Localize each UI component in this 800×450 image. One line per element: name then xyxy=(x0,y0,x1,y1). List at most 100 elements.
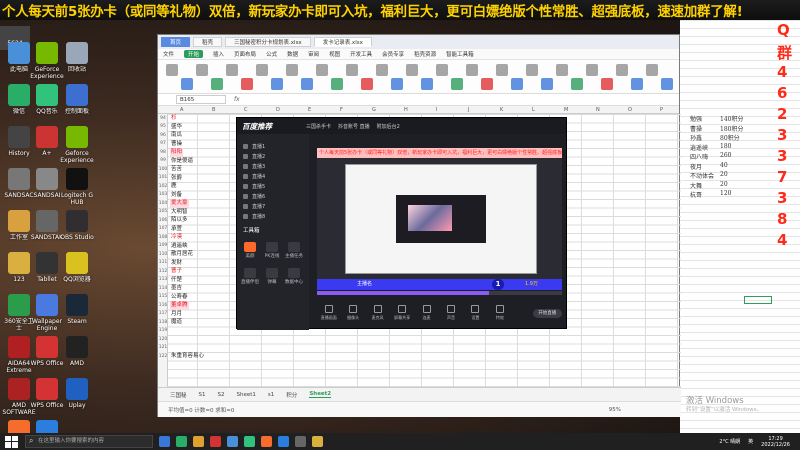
tool-button[interactable]: 弹幕 xyxy=(263,268,281,285)
ribbon-button-icon[interactable] xyxy=(286,64,298,76)
score-value[interactable]: 140积分 xyxy=(720,114,743,123)
table-cell[interactable] xyxy=(170,335,172,344)
row-number[interactable]: 95 xyxy=(158,124,168,129)
ribbon-button-icon[interactable] xyxy=(586,64,598,76)
table-cell[interactable]: 张爵 xyxy=(170,174,183,183)
row-number[interactable]: 109 xyxy=(158,243,168,248)
tool-button[interactable]: 美颜 xyxy=(241,242,259,259)
score-value[interactable]: 260 xyxy=(720,152,731,159)
menu-item[interactable]: 公式 xyxy=(266,50,277,58)
row-number[interactable]: 101 xyxy=(158,175,168,180)
ribbon-button-icon[interactable] xyxy=(241,78,253,90)
menu-item[interactable]: 插入 xyxy=(213,50,224,58)
column-header[interactable]: K xyxy=(500,107,503,113)
row-number[interactable]: 103 xyxy=(158,192,168,197)
desktop-icon[interactable]: Tabllet xyxy=(30,252,64,290)
column-header[interactable]: O xyxy=(628,107,632,113)
ribbon-button-icon[interactable] xyxy=(271,78,283,90)
zoom-level[interactable]: 95% xyxy=(609,407,621,413)
ribbon-button-icon[interactable] xyxy=(541,78,553,90)
sheet-tab[interactable]: 积分 xyxy=(286,391,297,399)
taskbar-app-icon[interactable] xyxy=(210,436,221,447)
menu-item[interactable]: 开发工具 xyxy=(350,50,372,58)
table-cell[interactable]: 你是傻逼 xyxy=(170,157,194,166)
desktop-icon[interactable]: SANDSTAK xyxy=(30,210,64,248)
ribbon-button-icon[interactable] xyxy=(196,64,208,76)
menu-item[interactable]: 视图 xyxy=(329,50,340,58)
table-cell[interactable]: 阳阳 xyxy=(170,148,184,157)
ribbon-button-icon[interactable] xyxy=(556,64,568,76)
ribbon-button-icon[interactable] xyxy=(166,64,178,76)
tool-button[interactable]: PK连线 xyxy=(263,242,281,259)
taskbar-app-icon[interactable] xyxy=(244,436,255,447)
fx-icon[interactable]: fx xyxy=(234,96,240,103)
name-box[interactable]: B165 xyxy=(176,95,226,104)
desktop-icon[interactable]: Logitech G HUB xyxy=(60,168,94,206)
score-name[interactable]: 逍遥峡 xyxy=(690,143,708,152)
score-value[interactable]: 120 xyxy=(720,190,731,197)
sidebar-row[interactable]: 直播8 xyxy=(243,212,265,220)
tool-button[interactable]: 直播伴侣 xyxy=(241,268,259,285)
score-name[interactable]: 勉强 xyxy=(690,114,702,123)
table-cell[interactable]: 南瓜 xyxy=(170,131,183,140)
row-number[interactable]: 110 xyxy=(158,252,168,257)
streamer-top-link[interactable]: 三国杀手卡 xyxy=(306,123,331,130)
row-number[interactable]: 96 xyxy=(158,133,168,138)
ribbon-button-icon[interactable] xyxy=(631,78,643,90)
score-value[interactable]: 20 xyxy=(720,171,728,178)
ribbon-button-icon[interactable] xyxy=(226,64,238,76)
ribbon-button-icon[interactable] xyxy=(301,78,313,90)
score-name[interactable]: 孙鑫 xyxy=(690,133,702,142)
row-number[interactable]: 117 xyxy=(158,311,168,316)
row-number[interactable]: 94 xyxy=(158,116,168,121)
streamer-top-link[interactable]: 抖音账号 直播 xyxy=(338,123,370,130)
column-header[interactable]: I xyxy=(436,107,437,113)
desktop-icon[interactable]: OBS Studio xyxy=(60,210,94,248)
windows-start-icon[interactable] xyxy=(4,435,18,449)
stream-control-button[interactable]: 设置 xyxy=(464,305,487,321)
row-number[interactable]: 114 xyxy=(158,286,168,291)
table-cell[interactable]: 鹿 xyxy=(170,182,178,191)
stream-control-button[interactable]: 声音 xyxy=(439,305,462,321)
ribbon-button-icon[interactable] xyxy=(496,64,508,76)
column-header[interactable]: C xyxy=(244,107,248,113)
table-cell[interactable]: 仟楚 xyxy=(170,276,183,285)
ribbon-button-icon[interactable] xyxy=(211,78,223,90)
table-cell[interactable]: 刘备 xyxy=(170,191,183,200)
column-header[interactable]: N xyxy=(596,107,600,113)
menu-item[interactable]: 审阅 xyxy=(308,50,319,58)
desktop-icon[interactable]: 回收站 xyxy=(60,42,94,80)
menu-item[interactable]: 页面布局 xyxy=(234,50,256,58)
row-number[interactable]: 116 xyxy=(158,303,168,308)
score-value[interactable]: 20 xyxy=(720,181,728,188)
sidebar-row[interactable]: 直播4 xyxy=(243,172,265,180)
menu-item[interactable]: 开始 xyxy=(184,50,204,58)
table-cell[interactable]: 墨吉 xyxy=(170,284,183,293)
menu-item[interactable]: 数据 xyxy=(287,50,298,58)
ribbon-button-icon[interactable] xyxy=(661,78,673,90)
score-value[interactable]: 180 xyxy=(720,143,731,150)
score-name[interactable]: 夜月 xyxy=(690,162,702,171)
desktop-icon[interactable]: Wallpaper Engine xyxy=(30,294,64,332)
row-number[interactable]: 111 xyxy=(158,260,168,265)
taskbar-app-icon[interactable] xyxy=(159,436,170,447)
ribbon-button-icon[interactable] xyxy=(526,64,538,76)
table-cell[interactable]: 曹操 xyxy=(170,140,183,149)
ribbon-button-icon[interactable] xyxy=(316,64,328,76)
table-cell[interactable]: 散月居花 xyxy=(170,250,194,259)
row-number[interactable]: 99 xyxy=(158,158,168,163)
table-cell[interactable]: 大明智 xyxy=(170,208,189,217)
row-number[interactable]: 120 xyxy=(158,337,168,342)
ribbon-button-icon[interactable] xyxy=(436,64,448,76)
streamer-top-link[interactable]: 附加后台2 xyxy=(377,123,400,130)
sheet-tab[interactable]: Sheet2 xyxy=(309,391,332,398)
sheet-tab[interactable]: S1 xyxy=(199,392,206,398)
score-name[interactable]: 四八嗨 xyxy=(690,152,708,161)
desktop-icon[interactable]: WPS Office xyxy=(30,378,64,416)
row-number[interactable]: 112 xyxy=(158,269,168,274)
ribbon-button-icon[interactable] xyxy=(451,78,463,90)
sidebar-row[interactable]: 直播7 xyxy=(243,202,265,210)
score-name[interactable]: 曹操 xyxy=(690,124,702,133)
score-name[interactable]: 杭哥 xyxy=(690,190,702,199)
score-name[interactable]: 不动体会 xyxy=(690,171,714,180)
